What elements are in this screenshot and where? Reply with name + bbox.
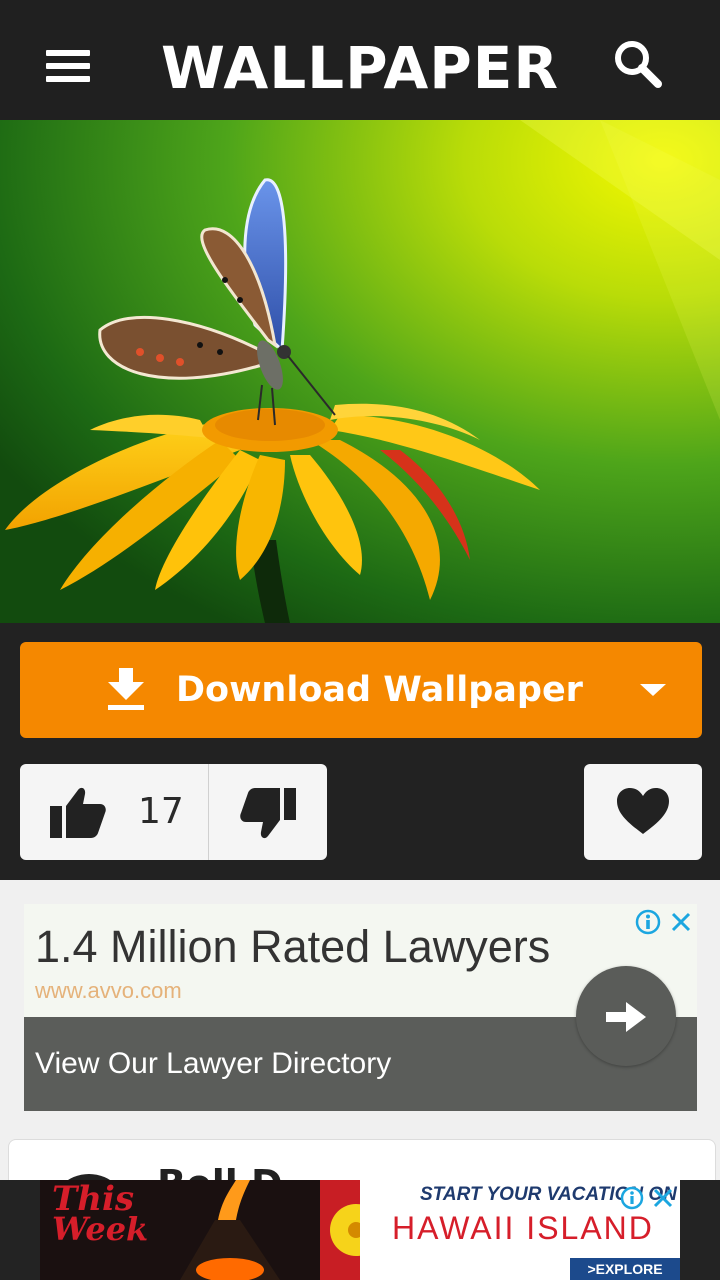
ad-arrow-button[interactable] (576, 966, 676, 1066)
ad-info-icon[interactable] (635, 909, 661, 935)
thumbs-up-icon (50, 787, 106, 838)
thumbs-down-icon (240, 788, 296, 839)
heart-icon (617, 788, 669, 834)
bottom-banner-ad[interactable]: This Week START YOUR VACATION ON HAWAII … (0, 1180, 720, 1280)
app-bar: WALLPAPER (0, 0, 720, 120)
vote-group: 17 (20, 764, 327, 860)
like-button[interactable]: 17 (20, 764, 209, 860)
caret-down-icon[interactable] (640, 682, 666, 698)
action-panel: Download Wallpaper 17 (0, 623, 720, 880)
favorite-button[interactable] (584, 764, 702, 860)
like-count: 17 (138, 791, 184, 832)
banner-close-icon[interactable] (652, 1187, 674, 1209)
search-button[interactable] (606, 32, 670, 96)
ad-cta-text[interactable]: View Our Lawyer Directory (35, 1045, 391, 1083)
download-icon (108, 668, 144, 710)
ad-close-icon[interactable] (670, 911, 692, 933)
ad-url[interactable]: www.avvo.com (35, 978, 182, 1004)
wallpaper-preview-image[interactable] (0, 120, 720, 623)
search-icon (615, 41, 662, 88)
banner-brand: This Week (52, 1182, 149, 1248)
explore-now-button[interactable]: >EXPLORE NOW (570, 1258, 680, 1280)
banner-ad-creative[interactable]: This Week START YOUR VACATION ON HAWAII … (40, 1180, 680, 1280)
dislike-button[interactable] (210, 764, 327, 860)
download-wallpaper-button[interactable]: Download Wallpaper (20, 642, 702, 738)
banner-brand-line2: Week (52, 1210, 149, 1248)
banner-info-icon[interactable] (620, 1186, 644, 1210)
download-label: Download Wallpaper (176, 670, 583, 710)
butterfly-flower-image (0, 120, 720, 623)
wallpaper-detail-screen: WALLPAPER Download Wallpaper 17 1.4 Mill… (0, 0, 720, 1280)
arrow-right-icon (606, 1002, 646, 1032)
ad-headline[interactable]: 1.4 Million Rated Lawyers (35, 920, 550, 974)
banner-place: HAWAII ISLAND (392, 1210, 654, 1246)
ad-banner-lawyers[interactable]: 1.4 Million Rated Lawyers www.avvo.com V… (24, 904, 697, 1111)
